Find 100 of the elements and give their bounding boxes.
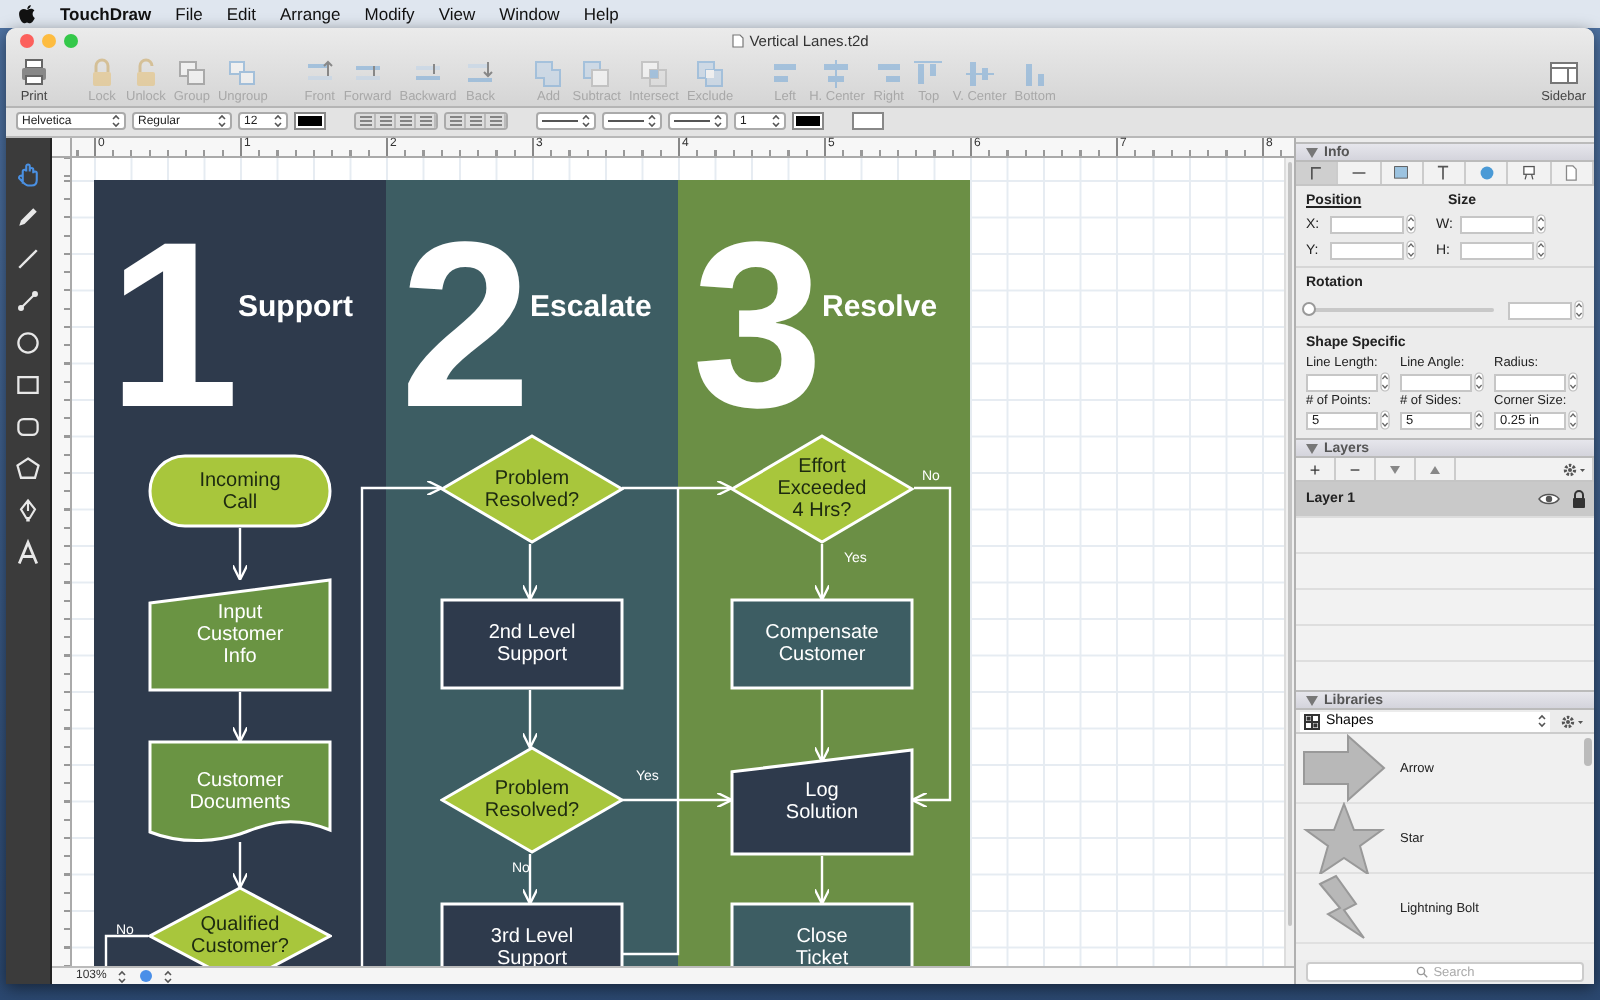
stepper-icon[interactable] xyxy=(1380,372,1390,392)
updown-arrows-icon xyxy=(582,114,590,128)
connector-arrow xyxy=(521,544,539,601)
updown-arrows-icon xyxy=(714,114,722,128)
eye-icon[interactable] xyxy=(1538,492,1560,506)
color-well[interactable] xyxy=(294,112,326,130)
move-up-triangle-icon xyxy=(1430,465,1440,473)
page-dot-icon xyxy=(140,970,153,982)
menu-item[interactable]: Window xyxy=(499,4,560,24)
align-left-text-button[interactable] xyxy=(356,114,376,128)
document-icon xyxy=(731,34,744,48)
apple-icon[interactable] xyxy=(18,4,36,24)
page-dropdown[interactable] xyxy=(136,969,177,983)
app-menu[interactable]: TouchDraw xyxy=(60,4,152,24)
search-icon xyxy=(1415,966,1428,978)
disclosure-triangle-icon[interactable] xyxy=(1306,147,1318,157)
stepper-icon[interactable] xyxy=(1474,410,1484,430)
inspector-tab[interactable] xyxy=(1423,162,1467,184)
menu-item[interactable]: View xyxy=(438,4,476,24)
number-field[interactable] xyxy=(1460,215,1534,233)
justify-text-button[interactable] xyxy=(416,114,436,128)
hand-icon xyxy=(14,159,42,189)
updown-arrows-icon xyxy=(112,114,120,128)
connector-line-icon xyxy=(14,285,42,315)
union-icon xyxy=(532,58,565,88)
circle-icon xyxy=(14,327,42,357)
lock-icon[interactable] xyxy=(1572,490,1586,508)
menu-item[interactable]: Arrange xyxy=(280,4,341,24)
number-field[interactable] xyxy=(1306,373,1378,391)
updown-arrows-icon xyxy=(218,114,226,128)
valign-top-button[interactable] xyxy=(446,114,466,128)
number-field[interactable] xyxy=(1460,241,1534,259)
stepper-icon[interactable] xyxy=(1474,372,1484,392)
color-well[interactable] xyxy=(852,112,884,130)
valign-top-icon xyxy=(449,116,461,126)
updown-arrows-icon xyxy=(648,114,656,128)
menu-item[interactable]: Edit xyxy=(226,4,257,24)
menu-item[interactable]: Help xyxy=(583,4,619,24)
number-field[interactable] xyxy=(1400,373,1472,391)
slider-thumb[interactable] xyxy=(1302,302,1316,316)
line-style-dropdown[interactable] xyxy=(536,112,596,130)
rectangle-icon xyxy=(1392,164,1411,182)
corner-line-icon xyxy=(1307,164,1326,182)
decision-diamond: Problem Resolved? xyxy=(440,746,624,854)
connector-arrow xyxy=(813,544,831,601)
stepper-icon[interactable] xyxy=(1568,410,1578,430)
inspector-tab[interactable] xyxy=(1338,162,1382,184)
stepper-icon[interactable] xyxy=(1536,214,1546,234)
valign-middle-button[interactable] xyxy=(466,114,486,128)
align-center-text-button[interactable] xyxy=(376,114,396,128)
justify-text-icon xyxy=(419,116,431,126)
inspector-tab[interactable] xyxy=(1508,162,1552,184)
polygon-tool[interactable] xyxy=(10,452,46,484)
decision-diamond: Qualified Customer? xyxy=(148,886,332,966)
updown-arrows-icon xyxy=(118,969,127,983)
number-field[interactable] xyxy=(1330,241,1404,259)
color-well[interactable] xyxy=(792,112,824,130)
star-shape-icon xyxy=(1300,802,1388,874)
connector-arrow xyxy=(622,791,733,809)
manual-input-shape: Input Customer Info xyxy=(148,578,332,692)
close-button[interactable] xyxy=(20,34,34,48)
stepper-icon[interactable] xyxy=(1536,240,1546,260)
updown-arrows-icon xyxy=(772,114,780,128)
align-middle-icon xyxy=(963,58,996,88)
line-style-dropdown[interactable] xyxy=(602,112,662,130)
inspector-tab[interactable] xyxy=(1381,162,1424,184)
scrollbar[interactable] xyxy=(1584,738,1592,766)
move-down-triangle-icon xyxy=(1390,465,1400,473)
align-right-icon xyxy=(872,58,905,88)
lane-title: Support xyxy=(238,290,353,324)
inspector-tab[interactable] xyxy=(1296,162,1339,184)
align-right-text-icon xyxy=(399,116,411,126)
valign-bottom-button[interactable] xyxy=(486,114,506,128)
text-icon xyxy=(1434,164,1453,182)
circle-icon xyxy=(1477,164,1496,182)
valign-middle-icon xyxy=(469,116,481,126)
line-style-dropdown[interactable] xyxy=(668,112,728,130)
updown-arrows-icon xyxy=(164,969,173,983)
connector-arrow xyxy=(813,856,831,905)
number-field[interactable] xyxy=(1330,215,1404,233)
stepper-icon[interactable] xyxy=(1568,372,1578,392)
stepper-icon[interactable] xyxy=(1406,240,1416,260)
disclosure-triangle-icon[interactable] xyxy=(1306,443,1318,453)
menu-item[interactable]: File xyxy=(175,4,203,24)
disclosure-triangle-icon[interactable] xyxy=(1306,695,1318,705)
stepper-icon[interactable] xyxy=(1406,214,1416,234)
settings-icon xyxy=(1561,461,1585,477)
updown-arrows-icon xyxy=(1538,714,1546,728)
number-field[interactable] xyxy=(1494,373,1566,391)
stepper-icon[interactable] xyxy=(1380,410,1390,430)
align-right-text-button[interactable] xyxy=(396,114,416,128)
terminator-shape: Incoming Call xyxy=(148,454,332,528)
valign-bottom-icon xyxy=(489,116,501,126)
stepper-icon[interactable] xyxy=(1574,300,1584,320)
connector-arrow xyxy=(231,528,249,581)
menu-item[interactable]: Modify xyxy=(364,4,415,24)
align-top-icon xyxy=(912,58,945,88)
number-field[interactable] xyxy=(1508,301,1572,319)
process-box: 2nd Level Support xyxy=(440,598,624,690)
process-box: Compensate Customer xyxy=(730,598,914,690)
